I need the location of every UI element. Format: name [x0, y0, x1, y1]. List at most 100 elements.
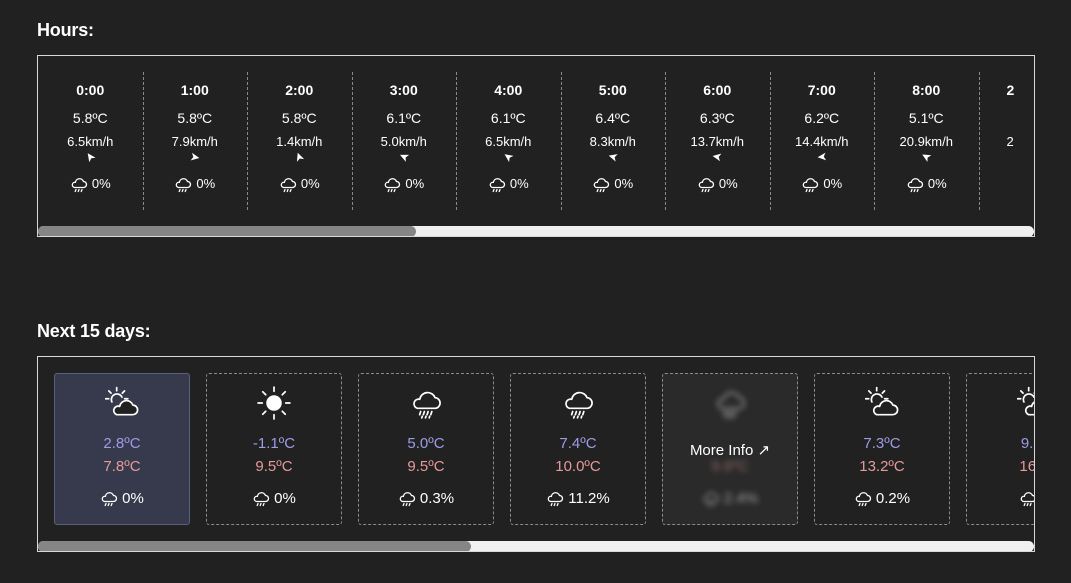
- hour-temp: 5.1ºC: [908, 110, 944, 126]
- day-min-temp: 5.0ºC: [407, 435, 445, 452]
- wind-direction-icon: ➤: [874, 148, 979, 166]
- day-card[interactable]: 2.8ºC 7.8ºC 0%: [54, 373, 190, 525]
- hour-divider: [247, 72, 248, 210]
- hour-item: 0:00 5.8ºC 6.5km/h ➤ 0%: [38, 72, 143, 210]
- rain-cloud-icon: [565, 391, 593, 419]
- day-precip: 2.4%: [663, 490, 797, 507]
- hour-time: 8:00: [912, 82, 941, 98]
- hour-wind: 2: [1006, 134, 1014, 149]
- day-min-temp: 9.1º: [1020, 435, 1034, 452]
- rain-icon: [71, 177, 87, 192]
- day-max-temp: 10.0ºC: [555, 458, 601, 475]
- hour-time: 2: [1006, 82, 1015, 98]
- hour-temp: 6.4ºC: [595, 110, 631, 126]
- hour-rain: 0%: [143, 176, 248, 193]
- hour-wind: 20.9km/h: [899, 134, 953, 149]
- wind-arrow-icon: ➤: [918, 148, 935, 166]
- hour-wind: 14.4km/h: [795, 134, 849, 149]
- more-info-link[interactable]: More Info ↗: [663, 441, 797, 459]
- day-max-temp: 9.6ºC: [711, 458, 749, 475]
- hours-title: Hours:: [37, 20, 94, 40]
- sun-icon: [257, 386, 291, 420]
- hour-item: 4:00 6.1ºC 6.5km/h ➤ 0%: [456, 72, 561, 210]
- hour-time: 3:00: [389, 82, 418, 98]
- hour-divider: [769, 72, 771, 210]
- day-precip-value: 0.3%: [419, 490, 455, 507]
- wind-arrow-icon: ➤: [81, 148, 99, 166]
- day-icon: [967, 386, 1034, 418]
- hour-item: 22: [1006, 72, 1035, 210]
- day-max-temp: 16.9: [1019, 458, 1035, 475]
- rain-icon: [803, 177, 819, 192]
- hours-scrollbar[interactable]: [38, 226, 1034, 236]
- hour-divider: [142, 72, 144, 210]
- partly-cloudy-icon: [864, 386, 899, 416]
- hour-divider: [874, 72, 875, 210]
- day-precip: 0: [967, 490, 1034, 507]
- rain-cloud-icon: [717, 391, 745, 419]
- day-card[interactable]: 9.1º 16.9 0: [966, 373, 1035, 525]
- hour-rain-value: 0%: [91, 176, 111, 191]
- hour-item: 8:00 5.1ºC 20.9km/h ➤ 0%: [874, 72, 979, 210]
- wind-arrow-icon: ➤: [816, 149, 828, 165]
- hour-wind: 6.5km/h: [67, 134, 114, 149]
- day-card[interactable]: 5.0ºC 9.5ºC 0.3%: [358, 373, 494, 525]
- hour-rain: 0%: [665, 176, 770, 193]
- days-panel[interactable]: 2.8ºC 7.8ºC 0% -1.1ºC 9.5ºC 0% 5.0ºC 9.5ºC 0.3% 7…: [37, 356, 1035, 552]
- day-max-temp: 7.8ºC: [103, 458, 141, 475]
- hour-item: 3:00 6.1ºC 5.0km/h ➤ 0%: [352, 72, 457, 210]
- day-max-temp: 9.5ºC: [255, 458, 293, 475]
- day-max-temp: 9.5ºC: [407, 458, 445, 475]
- day-card[interactable]: -1.1ºC 9.5ºC 0%: [206, 373, 342, 525]
- hour-wind: 7.9km/h: [171, 134, 218, 149]
- rain-icon: [698, 177, 714, 192]
- wind-direction-icon: ➤: [456, 148, 561, 165]
- rain-icon: [907, 177, 923, 192]
- day-precip-value: 0%: [122, 490, 144, 507]
- rain-icon: [176, 177, 192, 192]
- hour-rain-value: 0%: [300, 176, 320, 191]
- hour-time: 6:00: [703, 82, 732, 98]
- hour-item: 5:00 6.4ºC 8.3km/h ➤ 0%: [561, 72, 666, 210]
- wind-direction-icon: ➤: [561, 149, 666, 165]
- day-card[interactable]: 7.4ºC 10.0ºC 11.2%: [510, 373, 646, 525]
- hours-panel[interactable]: 0:00 5.8ºC 6.5km/h ➤ 0% 1:00 5.8ºC 7.9km/h ➤ 0% 2:…: [37, 55, 1035, 237]
- day-icon: [55, 386, 189, 418]
- rain-icon: [280, 177, 296, 192]
- days-title: Next 15 days:: [37, 321, 151, 341]
- day-card-more-info[interactable]: 9.6ºC 2.4% More Info ↗: [662, 373, 798, 525]
- hour-divider: [456, 72, 457, 210]
- wind-direction-icon: ➤: [665, 149, 770, 165]
- hour-rain: 0%: [456, 176, 561, 193]
- rain-icon: [399, 492, 415, 507]
- hour-rain-value: 0%: [405, 176, 425, 191]
- rain-icon: [594, 177, 610, 192]
- rain-icon: [253, 492, 270, 507]
- hour-time: 7:00: [807, 82, 836, 98]
- wind-direction-icon: ➤: [770, 149, 875, 165]
- day-precip-value: 0%: [274, 490, 296, 507]
- day-icon: [511, 386, 645, 419]
- wind-direction-icon: [1007, 149, 1035, 163]
- hour-wind: 5.0km/h: [380, 134, 427, 149]
- hour-rain-value: 0%: [718, 176, 738, 191]
- rain-icon: [547, 492, 564, 507]
- day-precip-value: 11.2%: [568, 490, 610, 507]
- days-scrollbar[interactable]: [38, 541, 1034, 551]
- day-min-temp: 7.3ºC: [863, 435, 901, 452]
- hour-item: 7:00 6.2ºC 14.4km/h ➤ 0%: [770, 72, 875, 210]
- rain-icon: [385, 177, 401, 192]
- hour-time: 2:00: [285, 82, 314, 98]
- hour-temp: 6.2ºC: [804, 110, 840, 126]
- hour-time: 1:00: [180, 82, 209, 98]
- wind-arrow-icon: ➤: [711, 149, 724, 165]
- days-scrollbar-thumb[interactable]: [38, 541, 472, 551]
- hour-time: 5:00: [598, 82, 627, 98]
- day-precip: 0.2%: [815, 490, 949, 507]
- hours-scrollbar-thumb[interactable]: [38, 226, 417, 236]
- hour-rain-value: 0%: [509, 176, 529, 191]
- hour-divider: [560, 72, 562, 210]
- partly-cloudy-icon: [104, 386, 139, 416]
- hour-wind: 1.4km/h: [276, 134, 323, 149]
- day-card[interactable]: 7.3ºC 13.2ºC 0.2%: [814, 373, 950, 525]
